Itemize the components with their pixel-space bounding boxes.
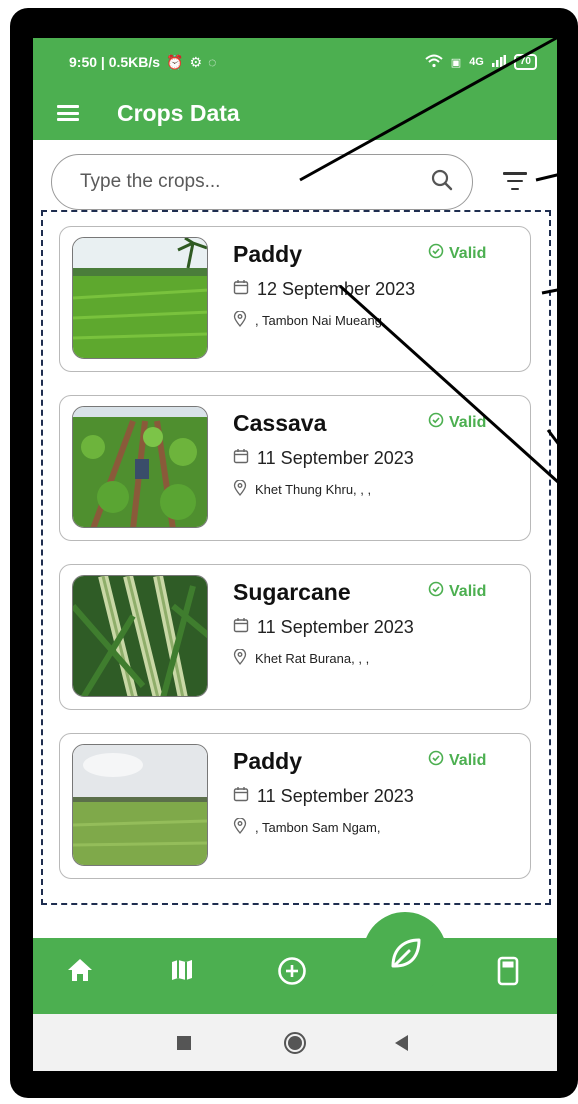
calendar-icon (233, 786, 249, 807)
whatsapp-icon: ◌ (208, 54, 217, 70)
search-bar (51, 154, 473, 210)
status-label: Valid (449, 244, 487, 262)
crop-location: Khet Thung Khru, , , (255, 482, 372, 497)
status-bar: 9:50 | 0.5KB/s ⏰ ⚙ ◌ ▣ 4G 70 (33, 38, 557, 86)
home-icon[interactable] (67, 958, 93, 987)
status-time: 9:50 | 0.5KB/s (69, 54, 161, 70)
crop-name: Sugarcane (233, 579, 351, 605)
location-pin-icon (233, 817, 247, 837)
status-label: Valid (449, 582, 487, 600)
calendar-icon (233, 279, 249, 300)
crop-name: Cassava (233, 410, 327, 436)
check-circle-icon (428, 243, 444, 264)
crop-location: Khet Rat Burana, , , (255, 651, 370, 666)
status-badge: Valid (428, 750, 486, 771)
crop-card[interactable]: Sugarcane Valid 11 September 2023 Khet R… (59, 564, 531, 710)
filter-icon[interactable] (503, 172, 527, 190)
wifi-icon (425, 54, 443, 71)
crop-image-sugarcane (72, 575, 208, 697)
crop-location-row: Khet Thung Khru, , , (233, 479, 372, 499)
crop-image-cassava (72, 406, 208, 528)
status-label: Valid (449, 751, 487, 769)
back-button[interactable] (395, 1035, 408, 1051)
status-badge: Valid (428, 581, 486, 602)
crop-name: Paddy (233, 241, 303, 267)
crop-location-row: , Tambon Nai Mueang, (233, 310, 386, 330)
crop-card[interactable]: Paddy Valid 11 September 2023 , Tambon S… (59, 733, 531, 879)
crop-location-row: , Tambon Sam Ngam, (233, 817, 381, 837)
crop-image-paddy (72, 744, 208, 866)
location-pin-icon (233, 648, 247, 668)
crop-date-row: 12 September 2023 (233, 279, 415, 300)
crop-name: Paddy (233, 748, 303, 774)
crop-location: , Tambon Nai Mueang, (255, 313, 386, 328)
crop-date: 11 September 2023 (257, 617, 414, 637)
crop-date: 12 September 2023 (257, 279, 416, 299)
add-icon[interactable] (277, 956, 307, 991)
check-circle-icon (428, 581, 444, 602)
map-icon[interactable] (170, 958, 194, 987)
leaf-icon[interactable] (363, 912, 447, 996)
crop-location-row: Khet Rat Burana, , , (233, 648, 370, 668)
check-circle-icon (428, 750, 444, 771)
search-icon[interactable] (430, 168, 454, 197)
crop-date-row: 11 September 2023 (233, 786, 414, 807)
location-pin-icon (233, 479, 247, 499)
home-button[interactable] (284, 1032, 306, 1054)
status-badge: Valid (428, 243, 486, 264)
calendar-icon (233, 448, 249, 469)
app-bar: Crops Data (33, 86, 557, 140)
check-circle-icon (428, 412, 444, 433)
signal-icon (491, 54, 506, 70)
calendar-icon (233, 617, 249, 638)
system-navigation-bar (33, 1014, 557, 1071)
status-label: Valid (449, 413, 487, 431)
location-pin-icon (233, 310, 247, 330)
status-badge: Valid (428, 412, 486, 433)
recents-button[interactable] (177, 1036, 191, 1050)
battery-indicator: 70 (513, 54, 537, 70)
settings-icon: ⚙ (189, 53, 203, 70)
alarm-icon: ⏰ (166, 53, 184, 70)
menu-icon[interactable] (57, 105, 79, 121)
crop-card[interactable]: Cassava Valid 11 September 2023 Khet Thu… (59, 395, 531, 541)
device-icon[interactable] (497, 956, 519, 991)
crop-date-row: 11 September 2023 (233, 617, 414, 638)
crop-date-row: 11 September 2023 (233, 448, 414, 469)
search-input[interactable] (80, 171, 400, 193)
phone-screen: 9:50 | 0.5KB/s ⏰ ⚙ ◌ ▣ 4G 70 Crops Data (33, 38, 557, 1071)
volte-icon: ▣ (450, 56, 462, 69)
page-title: Crops Data (117, 99, 240, 126)
crop-card[interactable]: Paddy Valid 12 September 2023 , Tambon N… (59, 226, 531, 372)
crop-date: 11 September 2023 (257, 448, 414, 468)
crop-image-paddy (72, 237, 208, 359)
crop-date: 11 September 2023 (257, 786, 414, 806)
crop-location: , Tambon Sam Ngam, (255, 820, 381, 835)
network-label: 4G (469, 56, 484, 68)
